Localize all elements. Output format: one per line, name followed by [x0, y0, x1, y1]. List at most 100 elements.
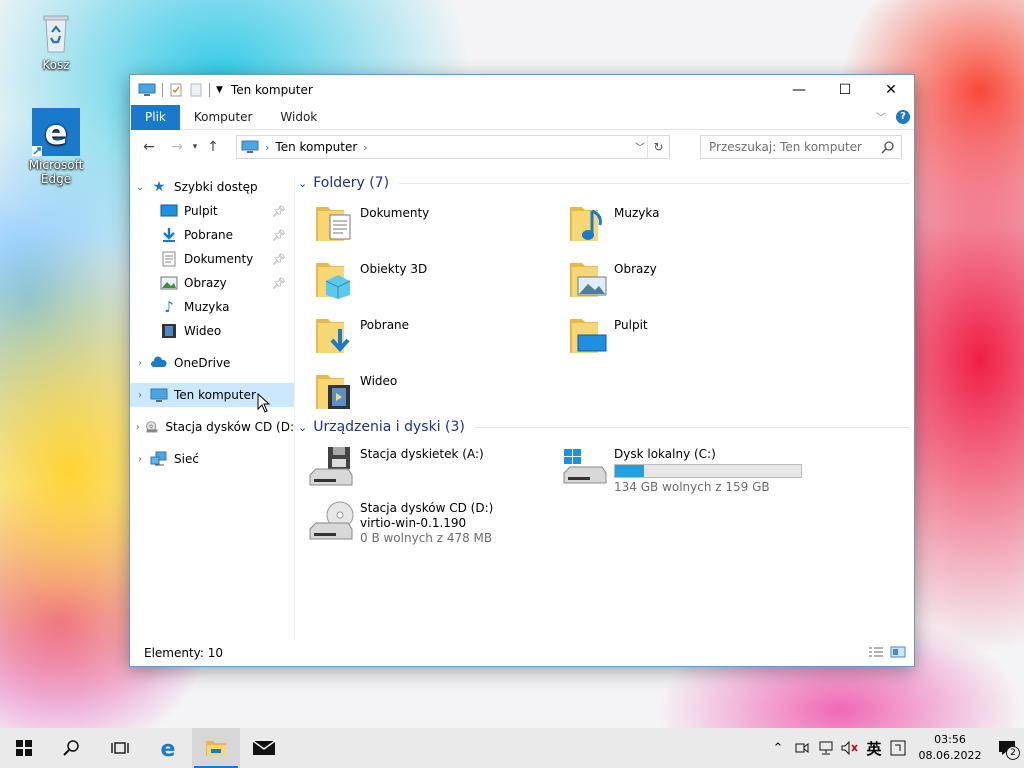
tab-file[interactable]: Plik	[131, 104, 180, 130]
address-bar[interactable]: › Ten komputer › ﹀ ↻	[236, 135, 670, 159]
volume-muted-icon[interactable]	[838, 728, 862, 768]
file-explorer-icon	[206, 741, 226, 756]
sidebar-item-music[interactable]: ♪ Muzyka	[130, 295, 294, 319]
recent-locations-chevron-icon[interactable]: ▾	[188, 142, 202, 152]
folder-desktop[interactable]: Pulpit	[568, 307, 822, 363]
pin-icon[interactable]: 📌︎	[272, 205, 286, 218]
clock[interactable]: 03:56 08.06.2022	[914, 732, 986, 764]
pin-icon[interactable]: 📌︎	[272, 229, 286, 242]
item-count: Elementy: 10	[144, 646, 224, 660]
folder-name: Pulpit	[614, 318, 648, 332]
show-hidden-icons-chevron-icon[interactable]: ⌃	[766, 728, 790, 768]
folder-name: Obiekty 3D	[360, 262, 428, 276]
ime-mode-icon[interactable]	[886, 728, 910, 768]
forward-arrow-icon[interactable]: →	[166, 139, 188, 155]
address-dropdown-icon[interactable]: ﹀	[635, 139, 645, 154]
sidebar-item-label: Muzyka	[184, 300, 230, 314]
folder-downloads[interactable]: Pobrane	[314, 307, 568, 363]
sidebar-item-quick-access[interactable]: ⌄ ★ Szybki dostęp	[130, 175, 294, 199]
sidebar-item-network[interactable]: › Sieć	[130, 447, 294, 471]
drive-free-space: 134 GB wolnych z 159 GB	[614, 480, 770, 494]
folder-videos[interactable]: Wideo	[314, 363, 568, 419]
content-pane: ⌄ Foldery (7) Dokumenty Muzyka Obiekty 3…	[296, 171, 914, 640]
sidebar-item-downloads[interactable]: Pobrane 📌︎	[130, 223, 294, 247]
folder-name: Obrazy	[614, 262, 657, 276]
computer-icon	[150, 388, 168, 402]
collapsed-chevron-icon[interactable]: ›	[130, 390, 150, 401]
desktop-icon-label: Kosz	[42, 58, 70, 72]
drive-local-c[interactable]: Dysk lokalny (C:) 134 GB wolnych z 159 G…	[562, 441, 816, 495]
folder-documents[interactable]: Dokumenty	[314, 195, 568, 251]
breadcrumb-chevron-icon[interactable]: ›	[363, 141, 367, 154]
sidebar-item-label: Ten komputer	[174, 388, 256, 402]
sidebar-item-cd-drive[interactable]: › Stacja dysków CD (D:	[130, 415, 294, 439]
desktop-icon-recycle-bin[interactable]: Kosz	[14, 8, 98, 72]
group-collapse-chevron-icon[interactable]: ⌄	[298, 177, 307, 190]
music-note-icon: ♪	[164, 298, 174, 316]
meet-now-icon[interactable]	[790, 728, 814, 768]
expand-ribbon-icon[interactable]: ﹀	[876, 109, 886, 124]
folder-3d-objects[interactable]: Obiekty 3D	[314, 251, 568, 307]
tab-view[interactable]: Widok	[266, 105, 331, 130]
collapsed-chevron-icon[interactable]: ›	[130, 422, 145, 433]
back-arrow-icon[interactable]: ←	[138, 139, 160, 155]
taskbar-file-explorer-button[interactable]	[192, 728, 240, 768]
large-icons-view-icon[interactable]	[890, 646, 906, 658]
breadcrumb-item[interactable]: Ten komputer	[275, 140, 357, 154]
up-arrow-icon[interactable]: ↑	[202, 139, 224, 155]
search-input[interactable]: Przeszukaj: Ten komputer	[700, 135, 902, 159]
close-button[interactable]: ✕	[868, 75, 914, 105]
group-header-folders[interactable]: ⌄ Foldery (7)	[296, 171, 914, 195]
refresh-icon[interactable]: ↻	[647, 136, 669, 158]
group-header-devices[interactable]: ⌄ Urządzenia i dyski (3)	[296, 415, 914, 439]
folder-name: Wideo	[360, 374, 398, 388]
title-bar[interactable]: ▼ Ten komputer — ☐ ✕	[130, 75, 914, 105]
network-status-icon[interactable]	[814, 728, 838, 768]
tab-computer[interactable]: Komputer	[180, 105, 267, 130]
drive-cd-d[interactable]: Stacja dysków CD (D:) virtio-win-0.1.190…	[308, 495, 562, 549]
maximize-button[interactable]: ☐	[822, 75, 868, 105]
music-folder-icon	[570, 207, 602, 241]
svg-text:e: e	[161, 737, 176, 759]
sidebar-item-desktop[interactable]: Pulpit 📌︎	[130, 199, 294, 223]
folder-grid: Dokumenty Muzyka Obiekty 3D Obrazy Pobra…	[296, 195, 914, 419]
drive-name: Dysk lokalny (C:)	[614, 447, 716, 461]
sidebar-item-documents[interactable]: Dokumenty 📌︎	[130, 247, 294, 271]
edge-icon: e	[161, 737, 176, 759]
new-folder-icon[interactable]	[189, 83, 203, 97]
sidebar-item-pictures[interactable]: Obrazy 📌︎	[130, 271, 294, 295]
breadcrumb-chevron-icon[interactable]: ›	[265, 141, 269, 154]
navigation-bar: ← → ▾ ↑ › Ten komputer › ﹀ ↻ Przeszukaj:…	[130, 131, 914, 163]
start-button[interactable]	[0, 728, 48, 768]
search-button[interactable]	[48, 728, 96, 768]
cube-folder-icon	[316, 263, 351, 299]
input-language-indicator[interactable]: 英	[862, 728, 886, 768]
collapsed-chevron-icon[interactable]: ›	[130, 454, 150, 465]
expanded-chevron-icon[interactable]: ⌄	[130, 182, 150, 193]
taskbar-edge-button[interactable]: e	[144, 728, 192, 768]
desktop-icon-label: Microsoft Edge	[28, 158, 84, 186]
details-view-icon[interactable]	[868, 646, 884, 658]
drive-floppy[interactable]: Stacja dyskietek (A:)	[308, 441, 562, 495]
sidebar-item-videos[interactable]: Wideo	[130, 319, 294, 343]
task-view-button[interactable]	[96, 728, 144, 768]
group-title: Urządzenia i dyski (3)	[313, 419, 465, 435]
customize-toolbar-icon[interactable]: ▼	[216, 85, 223, 95]
pin-icon[interactable]: 📌︎	[272, 253, 286, 266]
sidebar-item-onedrive[interactable]: › OneDrive	[130, 351, 294, 375]
action-center-button[interactable]: 2	[990, 728, 1024, 768]
taskbar-mail-button[interactable]	[240, 728, 288, 768]
properties-icon[interactable]	[169, 83, 183, 97]
minimize-button[interactable]: —	[776, 75, 822, 105]
folder-pictures[interactable]: Obrazy	[568, 251, 822, 307]
pin-icon[interactable]: 📌︎	[272, 277, 286, 290]
desktop-icon-edge[interactable]: e Microsoft Edge	[14, 108, 98, 186]
collapsed-chevron-icon[interactable]: ›	[130, 358, 150, 369]
download-icon	[163, 228, 175, 242]
folder-music[interactable]: Muzyka	[568, 195, 822, 251]
help-icon[interactable]: ?	[896, 109, 910, 124]
sidebar-item-label: Stacja dysków CD (D:	[165, 420, 294, 434]
sidebar-item-label: OneDrive	[174, 356, 231, 370]
notification-count-badge: 2	[1006, 746, 1020, 760]
group-collapse-chevron-icon[interactable]: ⌄	[298, 421, 307, 434]
